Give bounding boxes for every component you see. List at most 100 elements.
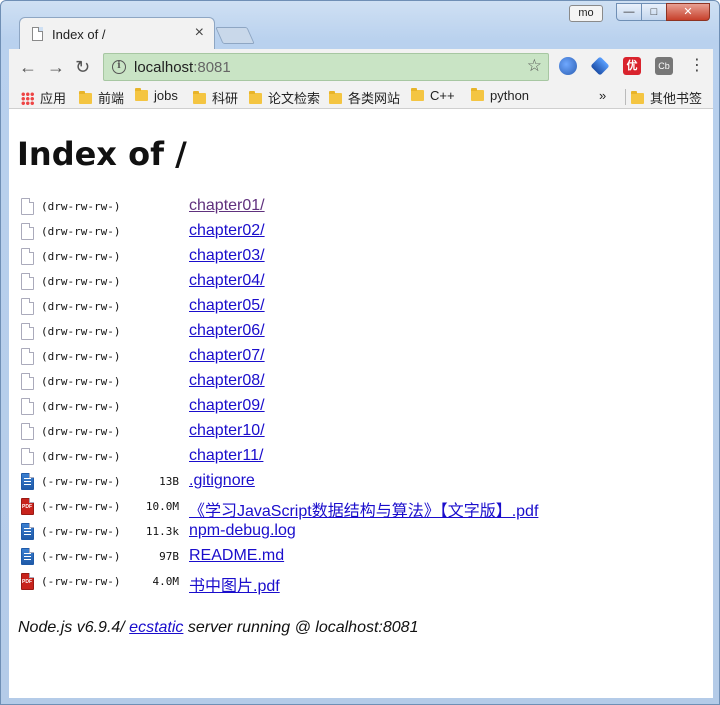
list-item: (drw-rw-rw-) chapter05/ (21, 297, 681, 322)
bookmark-folder[interactable]: 各类网站 (329, 88, 400, 107)
minimize-button[interactable]: — (616, 3, 642, 21)
bookmark-folder[interactable]: python (471, 88, 529, 103)
bookmark-folder[interactable]: 论文检索 (249, 88, 320, 107)
extension-red-icon[interactable]: 优 (623, 57, 641, 75)
file-link[interactable]: chapter05/ (189, 297, 265, 315)
permissions: (drw-rw-rw-) (41, 450, 121, 463)
info-icon[interactable]: i (112, 60, 126, 74)
list-item: (drw-rw-rw-) chapter09/ (21, 397, 681, 422)
permissions: (drw-rw-rw-) (41, 375, 121, 388)
bookmark-folder[interactable]: 前端 (79, 88, 124, 107)
permissions: (drw-rw-rw-) (41, 275, 121, 288)
ecstatic-link[interactable]: ecstatic (129, 619, 183, 636)
footer-prefix: Node.js v6.9.4/ (18, 619, 130, 636)
file-link[interactable]: chapter10/ (189, 422, 265, 440)
maximize-button[interactable]: □ (641, 3, 667, 21)
bookmark-label: C++ (430, 88, 455, 103)
folder-file-icon (21, 373, 34, 390)
bookmark-star-icon[interactable]: ☆ (527, 56, 542, 76)
extension-diamond-icon[interactable] (590, 56, 610, 76)
folder-file-icon (21, 198, 34, 215)
forward-icon[interactable]: → (47, 57, 65, 78)
url-host: localhost (134, 59, 194, 76)
folder-file-icon (21, 273, 34, 290)
back-icon[interactable]: ← (19, 57, 37, 78)
list-item: (drw-rw-rw-) chapter02/ (21, 222, 681, 247)
list-item: (drw-rw-rw-) chapter06/ (21, 322, 681, 347)
file-link[interactable]: chapter08/ (189, 372, 265, 390)
permissions: (drw-rw-rw-) (41, 325, 121, 338)
file-link[interactable]: npm-debug.log (189, 522, 296, 540)
file-link[interactable]: chapter03/ (189, 247, 265, 265)
permissions: (-rw-rw-rw-) (41, 500, 121, 513)
url-port: :8081 (193, 59, 231, 76)
tab-index[interactable]: Index of / × (19, 17, 215, 49)
file-link[interactable]: README.md (189, 547, 284, 565)
apps-grid-icon (21, 92, 34, 105)
permissions: (-rw-rw-rw-) (41, 475, 121, 488)
extension-cb-icon[interactable]: Cb (655, 57, 673, 75)
permissions: (drw-rw-rw-) (41, 300, 121, 313)
page-icon (32, 27, 43, 41)
file-link[interactable]: chapter06/ (189, 322, 265, 340)
divider (625, 89, 626, 105)
bookmarks-overflow-icon[interactable]: » (599, 88, 606, 103)
close-window-button[interactable]: ✕ (666, 3, 710, 21)
folder-icon (411, 88, 424, 101)
list-item: (-rw-rw-rw-) 97B README.md (21, 547, 681, 572)
file-link[interactable]: chapter04/ (189, 272, 265, 290)
bookmark-other[interactable]: 其他书签 (631, 88, 702, 107)
folder-file-icon (21, 223, 34, 240)
tab-close-icon[interactable]: × (195, 24, 204, 42)
toolbar: ← → ↻ i localhost:8081 ☆ 优 Cb ⋮ (9, 49, 713, 85)
folder-file-icon (21, 398, 34, 415)
file-link[interactable]: 《学习JavaScript数据结构与算法》【文字版】.pdf (189, 497, 538, 521)
permissions: (drw-rw-rw-) (41, 350, 121, 363)
folder-icon (329, 91, 342, 104)
pdf-file-icon (21, 498, 34, 515)
list-item: (drw-rw-rw-) chapter10/ (21, 422, 681, 447)
file-link[interactable]: .gitignore (189, 472, 255, 490)
permissions: (drw-rw-rw-) (41, 425, 121, 438)
folder-file-icon (21, 448, 34, 465)
permissions: (-rw-rw-rw-) (41, 525, 121, 538)
list-item: (drw-rw-rw-) chapter07/ (21, 347, 681, 372)
bookmark-folder[interactable]: C++ (411, 88, 455, 103)
file-link[interactable]: 书中图片.pdf (189, 572, 280, 596)
reload-icon[interactable]: ↻ (75, 57, 90, 78)
profile-button[interactable]: mo (569, 5, 603, 22)
list-item: (-rw-rw-rw-) 10.0M 《学习JavaScript数据结构与算法》【文… (21, 497, 681, 522)
folder-icon (471, 88, 484, 101)
text-file-icon (21, 548, 34, 565)
file-listing: (drw-rw-rw-) chapter01/ (drw-rw-rw-) chapte… (21, 197, 681, 597)
url-text[interactable]: localhost:8081 (134, 59, 231, 76)
file-link[interactable]: chapter02/ (189, 222, 265, 240)
folder-file-icon (21, 323, 34, 340)
footer-suffix: server running @ localhost:8081 (183, 619, 419, 636)
bookmark-folder[interactable]: jobs (135, 88, 178, 103)
folder-icon (631, 91, 644, 104)
list-item: (drw-rw-rw-) chapter08/ (21, 372, 681, 397)
bookmark-folder[interactable]: 科研 (193, 88, 238, 107)
file-link[interactable]: chapter01/ (189, 197, 265, 215)
list-item: (-rw-rw-rw-) 11.3k npm-debug.log (21, 522, 681, 547)
text-file-icon (21, 523, 34, 540)
file-link[interactable]: chapter09/ (189, 397, 265, 415)
list-item: (drw-rw-rw-) chapter01/ (21, 197, 681, 222)
file-link[interactable]: chapter11/ (189, 447, 263, 465)
new-tab-button[interactable] (215, 27, 255, 44)
list-item: (-rw-rw-rw-) 4.0M 书中图片.pdf (21, 572, 681, 597)
file-size: 11.3k (145, 525, 179, 538)
address-bar[interactable]: i localhost:8081 ☆ (103, 53, 549, 81)
browser-window: Index of / × mo — □ ✕ ← → ↻ i localhost:… (0, 0, 720, 705)
permissions: (-rw-rw-rw-) (41, 550, 121, 563)
window-controls: — □ ✕ (616, 3, 710, 21)
list-item: (drw-rw-rw-) chapter11/ (21, 447, 681, 472)
bookmark-apps[interactable]: 应用 (21, 88, 66, 107)
file-link[interactable]: chapter07/ (189, 347, 265, 365)
menu-icon[interactable]: ⋮ (689, 55, 705, 75)
permissions: (drw-rw-rw-) (41, 225, 121, 238)
permissions: (drw-rw-rw-) (41, 250, 121, 263)
extension-globe-icon[interactable] (559, 57, 577, 75)
permissions: (-rw-rw-rw-) (41, 575, 121, 588)
